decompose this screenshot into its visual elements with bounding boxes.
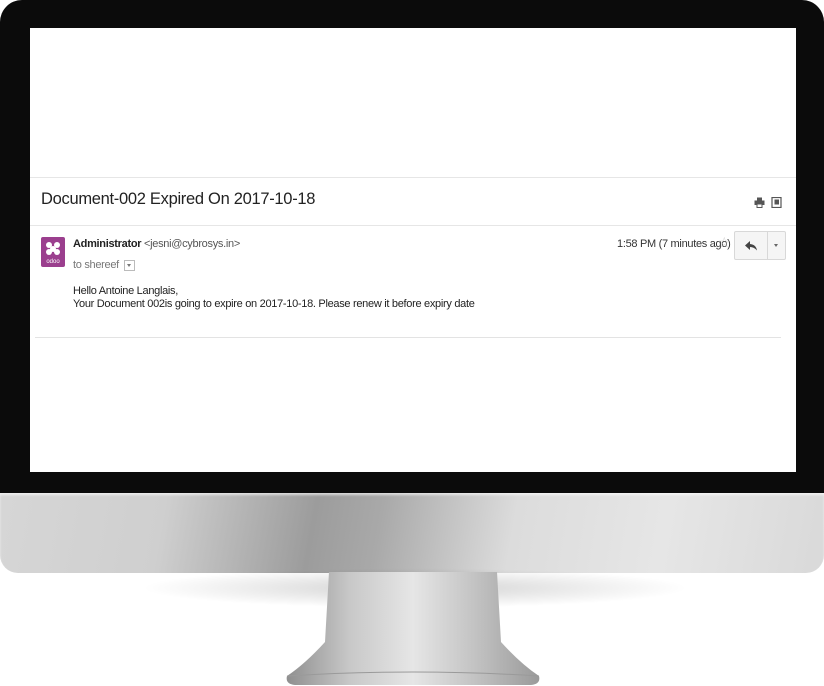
recipient-line: to shereef [73,259,135,271]
new-window-icon[interactable] [771,195,782,209]
print-icon[interactable] [754,195,765,208]
star-icon[interactable]: ☆ [718,234,731,251]
email-time: 1:58 PM (7 minutes ago) [617,238,731,250]
reply-button-group [734,231,786,260]
email-message: Your Document 002is going to expire on 2… [73,298,475,310]
screen: Document-002 Expired On 2017-10-18 odoo … [30,28,796,472]
email-greeting: Hello Antoine Langlais, [73,285,179,297]
subject-actions [754,195,782,209]
sender[interactable]: Administrator <jesni@cybrosys.in> [73,238,240,250]
avatar: odoo [41,237,65,267]
avatar-label: odoo [46,259,60,265]
recipient-text: to shereef [73,259,119,271]
subject-bar: Document-002 Expired On 2017-10-18 [30,177,796,226]
more-options-button[interactable] [768,232,785,259]
recipient-details-toggle[interactable] [123,259,135,271]
monitor-stand [286,572,540,685]
email-subject: Document-002 Expired On 2017-10-18 [41,190,316,208]
monitor-chin [0,493,824,573]
sender-name[interactable]: Administrator [73,238,142,250]
sender-email: <jesni@cybrosys.in> [143,238,240,250]
reply-button[interactable] [735,232,768,259]
reply-icon [745,241,757,251]
divider [35,337,781,338]
email-body: Hello Antoine Langlais, Your Document 00… [73,285,475,311]
